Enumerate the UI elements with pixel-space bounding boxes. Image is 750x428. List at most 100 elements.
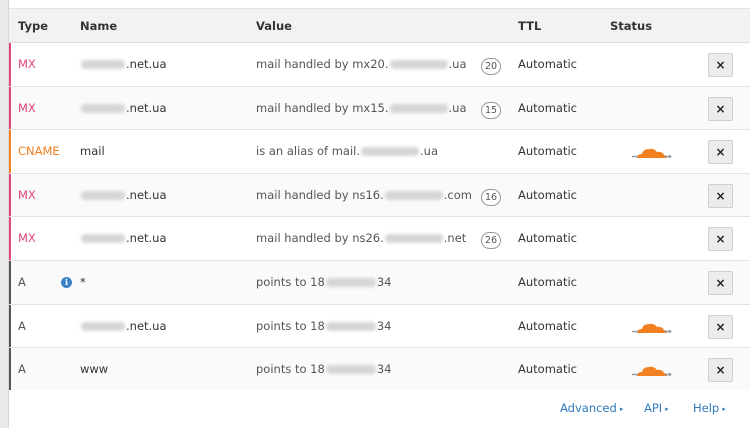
record-value[interactable]: mail handled by ns16. .com bbox=[256, 188, 472, 202]
record-name[interactable]: .net.ua bbox=[80, 57, 167, 71]
record-name-text: * bbox=[80, 274, 86, 289]
record-name[interactable]: mail bbox=[80, 144, 105, 158]
record-value-suffix: .ua bbox=[448, 57, 467, 71]
header-value: Value bbox=[256, 19, 292, 33]
record-ttl[interactable]: Automatic bbox=[518, 319, 577, 333]
dns-records-panel: Type Name Value TTL Status MX .net.ua mail… bbox=[8, 0, 750, 428]
record-value-suffix: .ua bbox=[448, 100, 467, 115]
record-value[interactable]: points to 18 34 bbox=[256, 275, 391, 289]
dns-record-row: MX .net.ua mail handled by ns26. .net 26 Auto… bbox=[9, 217, 750, 261]
dns-record-row: Awww points to 18 34 Automatic × bbox=[9, 348, 750, 392]
header-ttl: TTL bbox=[518, 19, 542, 33]
record-name-suffix: .net.ua bbox=[126, 318, 167, 333]
help-arrow-icon: ▸ bbox=[722, 405, 726, 413]
redacted-value-blur bbox=[361, 147, 419, 157]
record-value-suffix: 34 bbox=[376, 318, 392, 333]
record-value[interactable]: is an alias of mail. .ua bbox=[256, 144, 438, 158]
record-value-suffix: .ua bbox=[420, 144, 438, 159]
redacted-value-blur bbox=[325, 365, 376, 375]
header-type: Type bbox=[18, 19, 49, 33]
record-ttl[interactable]: Automatic bbox=[518, 57, 577, 71]
record-name[interactable]: * bbox=[80, 275, 86, 289]
dns-record-row: MX .net.ua mail handled by mx15. .ua 15 Autom… bbox=[9, 86, 750, 131]
redacted-value-blur bbox=[384, 190, 443, 200]
record-value[interactable]: mail handled by mx20. .ua bbox=[256, 57, 467, 71]
record-value[interactable]: mail handled by ns26. .net bbox=[256, 231, 466, 245]
record-type-accent bbox=[9, 348, 11, 391]
help-link[interactable]: Help ▸ bbox=[693, 401, 726, 415]
record-value[interactable]: points to 18 34 bbox=[256, 362, 391, 376]
dns-record-row: MX .net.ua mail handled by mx20. .ua 20 Autom… bbox=[9, 43, 750, 87]
record-type-accent bbox=[9, 173, 11, 217]
delete-record-button[interactable]: × bbox=[708, 314, 733, 339]
delete-record-button[interactable]: × bbox=[708, 227, 733, 252]
record-value-prefix: mail handled by mx15. bbox=[256, 100, 389, 115]
dns-record-row: A .net.ua points to 18 34 Automatic × bbox=[9, 304, 750, 349]
delete-record-button[interactable]: × bbox=[708, 140, 733, 165]
priority-badge[interactable]: 20 bbox=[481, 58, 501, 75]
record-type-accent bbox=[9, 217, 11, 260]
record-type[interactable]: CNAME bbox=[18, 144, 60, 158]
record-value-suffix: .com bbox=[443, 187, 472, 202]
table-header: Type Name Value TTL Status bbox=[9, 8, 750, 43]
record-type-accent bbox=[9, 260, 11, 304]
record-ttl[interactable]: Automatic bbox=[518, 275, 577, 289]
advanced-link[interactable]: Advanced ▸ bbox=[560, 401, 623, 415]
record-value[interactable]: mail handled by mx15. .ua bbox=[256, 101, 467, 115]
record-ttl[interactable]: Automatic bbox=[518, 101, 577, 115]
record-name[interactable]: .net.ua bbox=[80, 101, 167, 115]
delete-record-button[interactable]: × bbox=[708, 183, 733, 208]
record-ttl[interactable]: Automatic bbox=[518, 188, 577, 202]
record-value-suffix: 34 bbox=[376, 274, 392, 289]
table-footer: Advanced ▸ API ▸ Help ▸ bbox=[9, 390, 750, 428]
cloud-proxy-icon[interactable] bbox=[631, 320, 673, 336]
record-name[interactable]: .net.ua bbox=[80, 231, 167, 245]
record-name[interactable]: .net.ua bbox=[80, 319, 167, 333]
dns-record-row: CNAME mail is an alias of mail. .ua Automati… bbox=[9, 130, 750, 174]
record-value-prefix: points to 18 bbox=[256, 362, 325, 377]
record-name[interactable]: .net.ua bbox=[80, 188, 167, 202]
record-value-prefix: is an alias of mail. bbox=[256, 144, 360, 159]
record-ttl[interactable]: Automatic bbox=[518, 231, 577, 245]
record-value[interactable]: points to 18 34 bbox=[256, 319, 391, 333]
cloud-proxy-icon[interactable] bbox=[631, 145, 673, 161]
api-arrow-icon: ▸ bbox=[665, 405, 669, 413]
delete-record-button[interactable]: × bbox=[708, 270, 733, 295]
record-type[interactable]: MX bbox=[18, 188, 36, 202]
redacted-name-blur bbox=[81, 190, 125, 200]
record-type[interactable]: MX bbox=[18, 57, 36, 71]
delete-record-button[interactable]: × bbox=[708, 358, 733, 383]
record-name-suffix: .net.ua bbox=[126, 100, 167, 115]
record-value-prefix: points to 18 bbox=[256, 318, 325, 333]
api-link[interactable]: API ▸ bbox=[644, 401, 669, 415]
record-name-suffix: .net.ua bbox=[126, 187, 167, 202]
dns-record-row: Ai * points to 18 34 Automatic × bbox=[9, 260, 750, 305]
priority-badge[interactable]: 16 bbox=[481, 188, 501, 206]
record-name-suffix: .net.ua bbox=[126, 57, 167, 71]
record-value-prefix: mail handled by ns16. bbox=[256, 187, 384, 202]
cloud-proxy-icon[interactable] bbox=[631, 363, 673, 379]
priority-badge[interactable]: 15 bbox=[481, 101, 501, 119]
record-name[interactable]: www bbox=[80, 362, 108, 376]
record-type[interactable]: A bbox=[18, 362, 26, 376]
record-type[interactable]: A bbox=[18, 275, 26, 289]
record-type[interactable]: MX bbox=[18, 101, 36, 115]
delete-record-button[interactable]: × bbox=[708, 53, 733, 77]
redacted-value-blur bbox=[384, 234, 443, 244]
delete-record-button[interactable]: × bbox=[708, 96, 733, 121]
redacted-value-blur bbox=[389, 103, 448, 113]
record-type[interactable]: MX bbox=[18, 231, 36, 245]
record-value-prefix: mail handled by mx20. bbox=[256, 57, 389, 71]
priority-badge[interactable]: 26 bbox=[481, 232, 501, 250]
record-value-suffix: .net bbox=[443, 231, 467, 246]
record-ttl[interactable]: Automatic bbox=[518, 362, 577, 376]
redacted-value-blur bbox=[389, 60, 448, 69]
record-value-prefix: points to 18 bbox=[256, 274, 325, 289]
redacted-name-blur bbox=[81, 103, 125, 113]
help-link-label: Help bbox=[693, 401, 720, 415]
record-name-text: www bbox=[80, 362, 109, 377]
redacted-name-blur bbox=[81, 60, 125, 69]
record-type[interactable]: A bbox=[18, 319, 26, 333]
record-ttl[interactable]: Automatic bbox=[518, 144, 577, 158]
info-icon[interactable]: i bbox=[61, 276, 72, 288]
